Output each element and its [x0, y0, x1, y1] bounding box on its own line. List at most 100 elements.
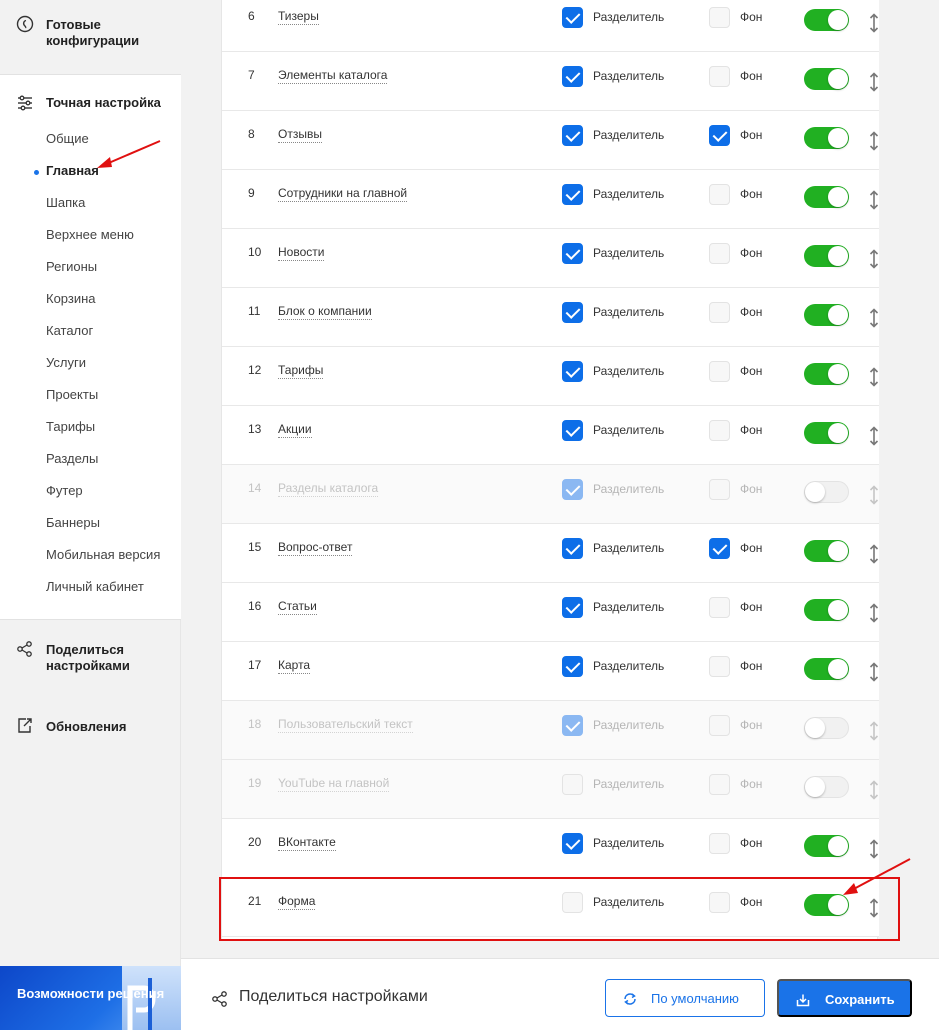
- row-name-link[interactable]: Тарифы: [278, 363, 324, 379]
- background-checkbox[interactable]: [709, 243, 730, 264]
- background-checkbox[interactable]: [709, 125, 730, 146]
- divider-checkbox[interactable]: [562, 361, 583, 382]
- drag-handle-icon[interactable]: [868, 839, 880, 859]
- drag-handle-icon[interactable]: [868, 367, 880, 387]
- row-name-link[interactable]: Элементы каталога: [278, 68, 388, 84]
- drag-handle-icon[interactable]: [868, 131, 880, 151]
- drag-handle-icon[interactable]: [868, 249, 880, 269]
- sidebar-item-tariffs[interactable]: Тарифы: [46, 419, 95, 434]
- drag-handle-icon[interactable]: [868, 780, 880, 800]
- visibility-toggle[interactable]: [804, 658, 849, 680]
- divider-checkbox[interactable]: [562, 420, 583, 441]
- row-number: 19: [248, 776, 262, 790]
- drag-handle-icon[interactable]: [868, 426, 880, 446]
- visibility-toggle[interactable]: [804, 304, 849, 326]
- sidebar-item-main[interactable]: Главная: [46, 163, 99, 178]
- divider-checkbox[interactable]: [562, 538, 583, 559]
- divider-checkbox[interactable]: [562, 125, 583, 146]
- sidebar-share[interactable]: Поделиться настройками: [0, 619, 181, 695]
- sidebar-item-footer[interactable]: Футер: [46, 483, 83, 498]
- background-checkbox[interactable]: [709, 361, 730, 382]
- divider-checkbox[interactable]: [562, 184, 583, 205]
- visibility-toggle[interactable]: [804, 422, 849, 444]
- row-name-link[interactable]: Пользовательский текст: [278, 717, 413, 733]
- divider-checkbox[interactable]: [562, 597, 583, 618]
- visibility-toggle[interactable]: [804, 9, 849, 31]
- divider-checkbox[interactable]: [562, 66, 583, 87]
- drag-handle-icon[interactable]: [868, 13, 880, 33]
- visibility-toggle[interactable]: [804, 717, 849, 739]
- row-name-link[interactable]: ВКонтакте: [278, 835, 336, 851]
- sidebar-item-cart[interactable]: Корзина: [46, 291, 96, 306]
- sidebar-ready-configs[interactable]: Готовые конфигурации: [0, 0, 181, 75]
- sidebar-item-general[interactable]: Общие: [46, 131, 89, 146]
- background-checkbox[interactable]: [709, 597, 730, 618]
- divider-label: Разделитель: [593, 305, 665, 319]
- background-checkbox[interactable]: [709, 715, 730, 736]
- row-name-link[interactable]: Сотрудники на главной: [278, 186, 408, 202]
- share-settings-link[interactable]: Поделиться настройками: [239, 988, 428, 1006]
- row-name-link[interactable]: Статьи: [278, 599, 317, 615]
- row-name-link[interactable]: Тизеры: [278, 9, 319, 25]
- sidebar-item-services[interactable]: Услуги: [46, 355, 86, 370]
- background-checkbox[interactable]: [709, 538, 730, 559]
- row-name-link[interactable]: Карта: [278, 658, 311, 674]
- background-checkbox[interactable]: [709, 774, 730, 795]
- divider-checkbox[interactable]: [562, 243, 583, 264]
- drag-handle-icon[interactable]: [868, 603, 880, 623]
- row-name-link[interactable]: Разделы каталога: [278, 481, 379, 497]
- promo-banner[interactable]: Возможности решения: [0, 966, 181, 1030]
- sidebar-item-banners[interactable]: Баннеры: [46, 515, 100, 530]
- background-checkbox[interactable]: [709, 656, 730, 677]
- sidebar-item-catalog[interactable]: Каталог: [46, 323, 93, 338]
- visibility-toggle[interactable]: [804, 186, 849, 208]
- visibility-toggle[interactable]: [804, 776, 849, 798]
- background-checkbox[interactable]: [709, 302, 730, 323]
- sidebar-updates[interactable]: Обновления: [0, 695, 181, 755]
- drag-handle-icon[interactable]: [868, 190, 880, 210]
- drag-handle-icon[interactable]: [868, 544, 880, 564]
- row-name-link[interactable]: Акции: [278, 422, 312, 438]
- drag-handle-icon[interactable]: [868, 308, 880, 328]
- visibility-toggle[interactable]: [804, 481, 849, 503]
- drag-handle-icon[interactable]: [868, 485, 880, 505]
- divider-checkbox[interactable]: [562, 302, 583, 323]
- visibility-toggle[interactable]: [804, 599, 849, 621]
- divider-checkbox[interactable]: [562, 833, 583, 854]
- sidebar-item-projects[interactable]: Проекты: [46, 387, 98, 402]
- visibility-toggle[interactable]: [804, 835, 849, 857]
- drag-handle-icon[interactable]: [868, 721, 880, 741]
- visibility-toggle[interactable]: [804, 540, 849, 562]
- save-button[interactable]: Сохранить: [777, 979, 912, 1017]
- divider-checkbox[interactable]: [562, 7, 583, 28]
- sidebar-item-regions[interactable]: Регионы: [46, 259, 97, 274]
- default-button[interactable]: По умолчанию: [605, 979, 765, 1017]
- sidebar-item-sections[interactable]: Разделы: [46, 451, 98, 466]
- background-checkbox[interactable]: [709, 7, 730, 28]
- table-row: 20 ВКонтакте Разделитель Фон: [222, 819, 879, 878]
- row-name-link[interactable]: Вопрос-ответ: [278, 540, 353, 556]
- divider-checkbox[interactable]: [562, 774, 583, 795]
- background-checkbox[interactable]: [709, 833, 730, 854]
- sidebar-item-account[interactable]: Личный кабинет: [46, 579, 144, 594]
- row-name-link[interactable]: Отзывы: [278, 127, 322, 143]
- sidebar-item-header[interactable]: Шапка: [46, 195, 85, 210]
- background-checkbox[interactable]: [709, 184, 730, 205]
- background-checkbox[interactable]: [709, 420, 730, 441]
- visibility-toggle[interactable]: [804, 68, 849, 90]
- divider-checkbox[interactable]: [562, 715, 583, 736]
- drag-handle-icon[interactable]: [868, 72, 880, 92]
- divider-checkbox[interactable]: [562, 656, 583, 677]
- divider-checkbox[interactable]: [562, 479, 583, 500]
- sidebar-item-mobile[interactable]: Мобильная версия: [46, 547, 160, 562]
- visibility-toggle[interactable]: [804, 127, 849, 149]
- sidebar-item-top-menu[interactable]: Верхнее меню: [46, 227, 134, 242]
- visibility-toggle[interactable]: [804, 245, 849, 267]
- row-name-link[interactable]: Новости: [278, 245, 325, 261]
- background-checkbox[interactable]: [709, 66, 730, 87]
- background-checkbox[interactable]: [709, 479, 730, 500]
- drag-handle-icon[interactable]: [868, 662, 880, 682]
- row-name-link[interactable]: YouTube на главной: [278, 776, 390, 792]
- visibility-toggle[interactable]: [804, 363, 849, 385]
- row-name-link[interactable]: Блок о компании: [278, 304, 372, 320]
